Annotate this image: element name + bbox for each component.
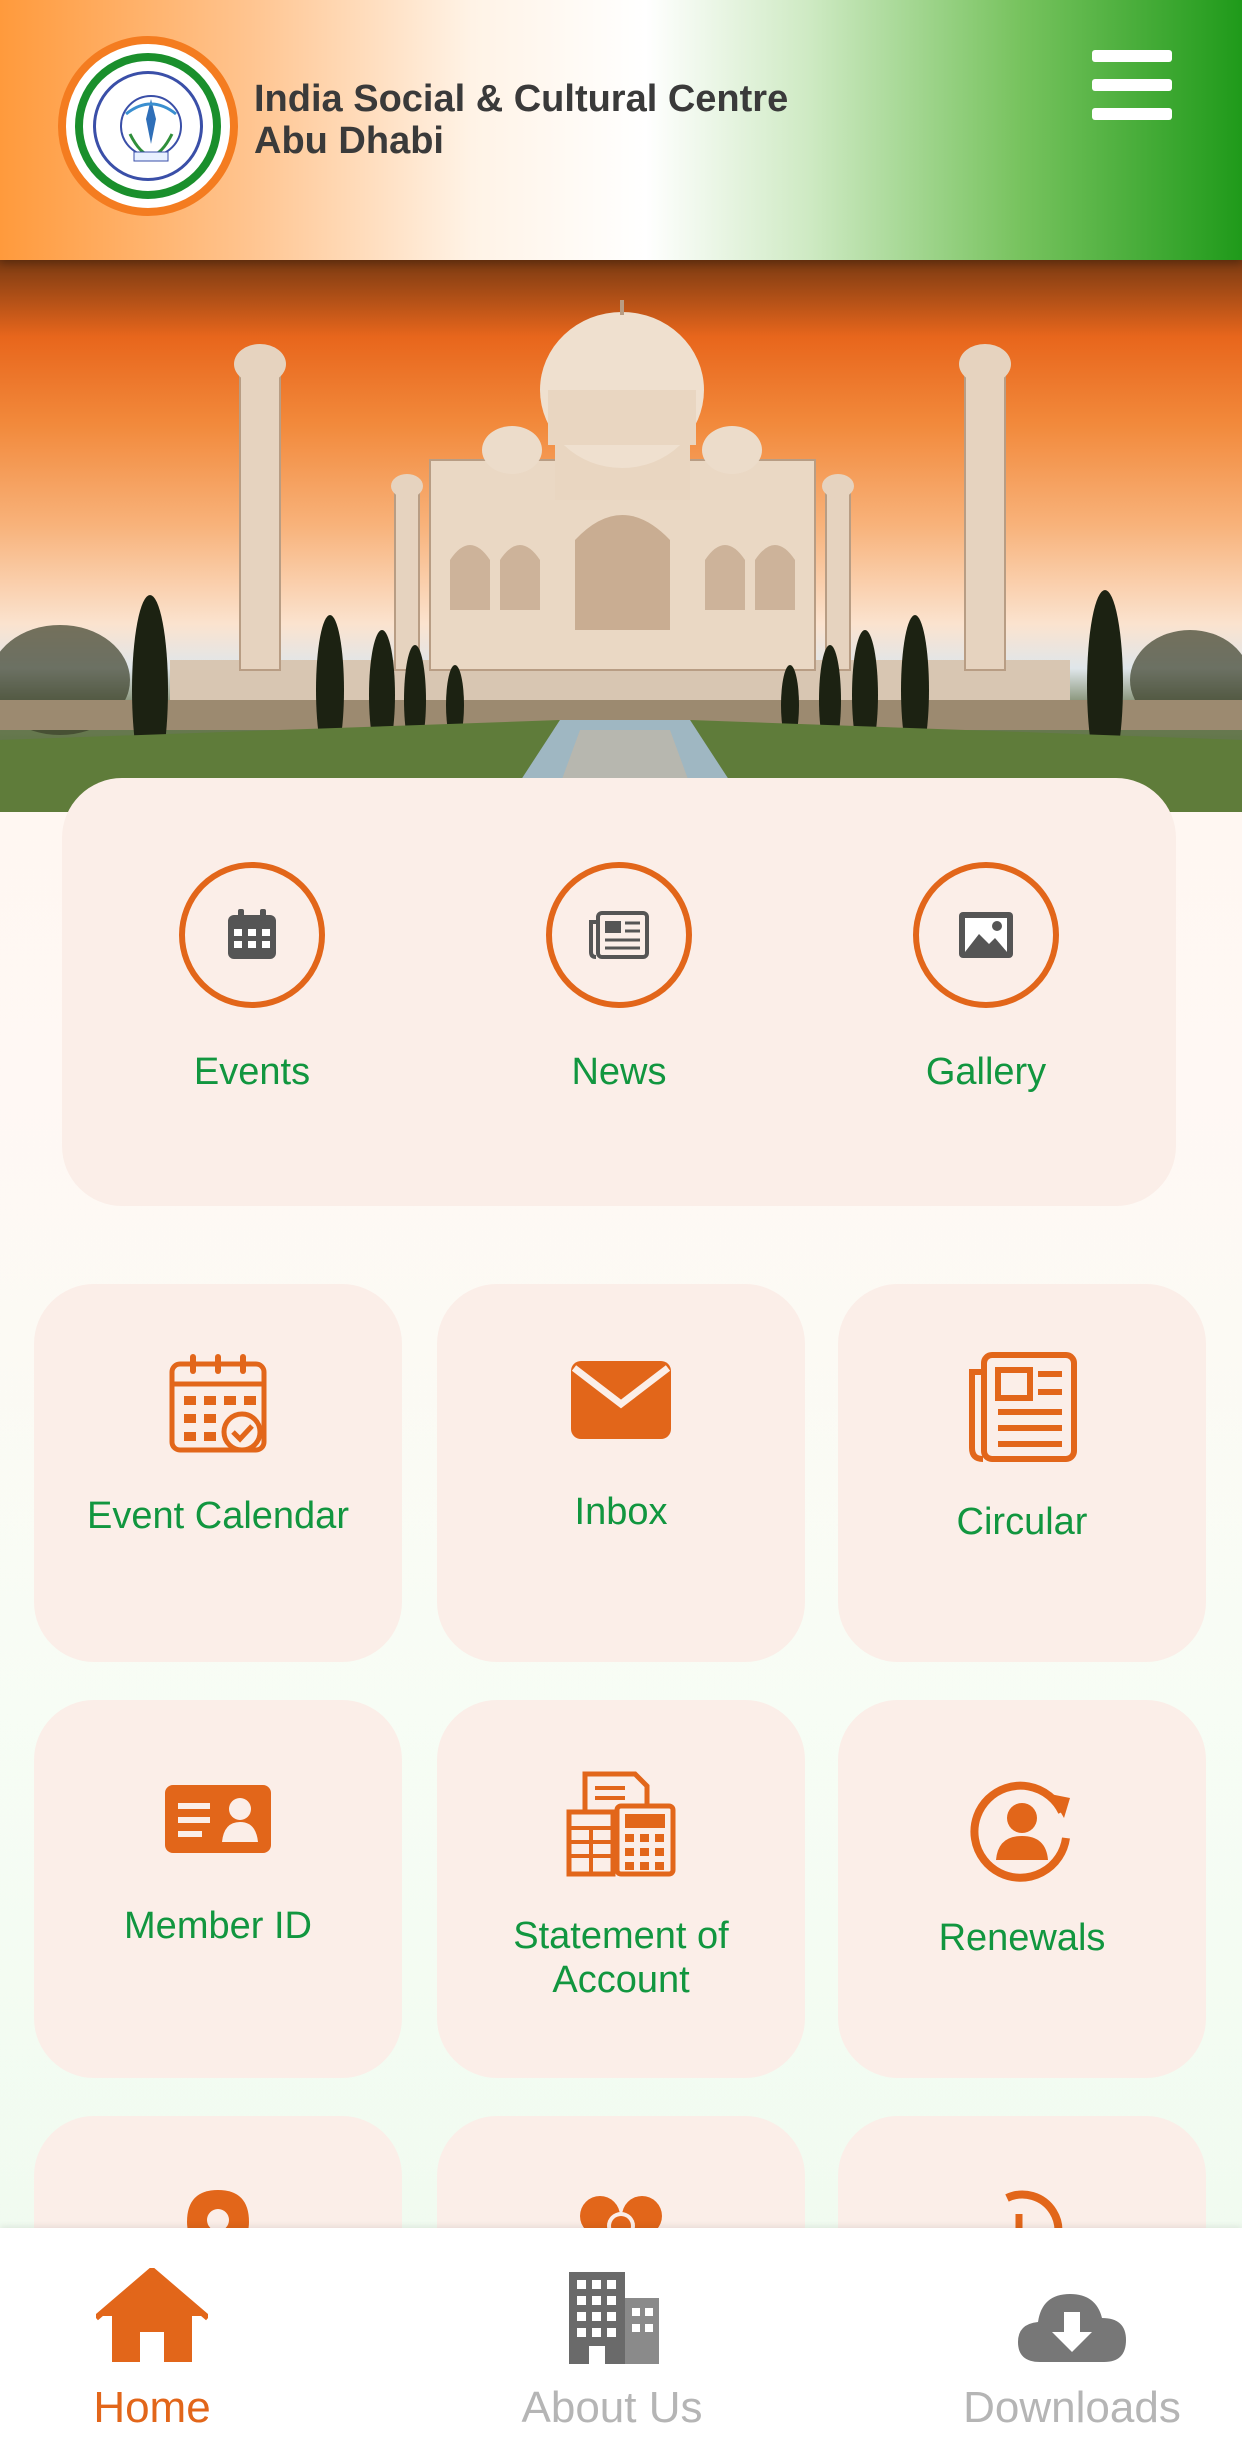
home-icon — [96, 2268, 208, 2362]
app-header: India Social & Cultural Centre Abu Dhabi — [0, 0, 1242, 260]
circular-tile[interactable]: Circular — [838, 1284, 1206, 1662]
news-button[interactable]: News — [469, 862, 769, 1094]
renewals-tile[interactable]: Renewals — [838, 1700, 1206, 2078]
newspaper-icon — [969, 1352, 1077, 1462]
statement-icon — [566, 1771, 676, 1877]
title-line-2: Abu Dhabi — [254, 120, 444, 162]
statement-of-account-tile[interactable]: Statement of Account — [437, 1700, 805, 2078]
events-label: Events — [193, 1051, 311, 1093]
bottom-navigation: Home About Us Downloads — [0, 2228, 1242, 2442]
title-line-1: India Social & Cultural Centre — [254, 78, 789, 120]
taj-mahal-image — [0, 300, 1242, 812]
hamburger-menu-button[interactable] — [1092, 50, 1172, 120]
newspaper-icon — [589, 911, 649, 959]
circular-label: Circular — [956, 1501, 1088, 1543]
nav-about-us[interactable]: About Us — [462, 2246, 762, 2434]
nav-home[interactable]: Home — [2, 2246, 302, 2434]
nav-downloads-label: Downloads — [963, 2383, 1181, 2432]
nav-home-label: Home — [93, 2383, 211, 2432]
image-icon — [959, 912, 1013, 958]
nav-downloads[interactable]: Downloads — [922, 2246, 1222, 2434]
calendar-icon — [228, 909, 276, 959]
hero-banner — [0, 260, 1242, 812]
gallery-label: Gallery — [925, 1051, 1047, 1093]
user-refresh-icon — [970, 1781, 1070, 1882]
id-card-icon — [165, 1785, 271, 1853]
menu-bar-icon — [1092, 50, 1172, 62]
member-id-label: Member ID — [124, 1905, 312, 1947]
statement-of-account-label: Statement of Account — [513, 1915, 729, 2001]
renewals-label: Renewals — [938, 1917, 1106, 1959]
quick-links-card: Events News Gallery — [62, 778, 1176, 1206]
member-id-tile[interactable]: Member ID — [34, 1700, 402, 2078]
cloud-download-icon — [1018, 2294, 1126, 2362]
nav-about-us-label: About Us — [521, 2383, 703, 2432]
isc-logo — [58, 36, 238, 216]
inbox-tile[interactable]: Inbox — [437, 1284, 805, 1662]
envelope-icon — [571, 1361, 671, 1439]
event-calendar-tile[interactable]: Event Calendar — [34, 1284, 402, 1662]
calendar-check-icon — [169, 1354, 267, 1453]
news-label: News — [571, 1051, 667, 1093]
building-icon — [569, 2272, 659, 2364]
menu-bar-icon — [1092, 79, 1172, 91]
inbox-label: Inbox — [574, 1491, 668, 1533]
gallery-button[interactable]: Gallery — [836, 862, 1136, 1094]
event-calendar-label: Event Calendar — [87, 1495, 349, 1537]
organization-title: India Social & Cultural Centre Abu Dhabi — [254, 78, 788, 162]
events-button[interactable]: Events — [102, 862, 402, 1094]
menu-bar-icon — [1092, 108, 1172, 120]
